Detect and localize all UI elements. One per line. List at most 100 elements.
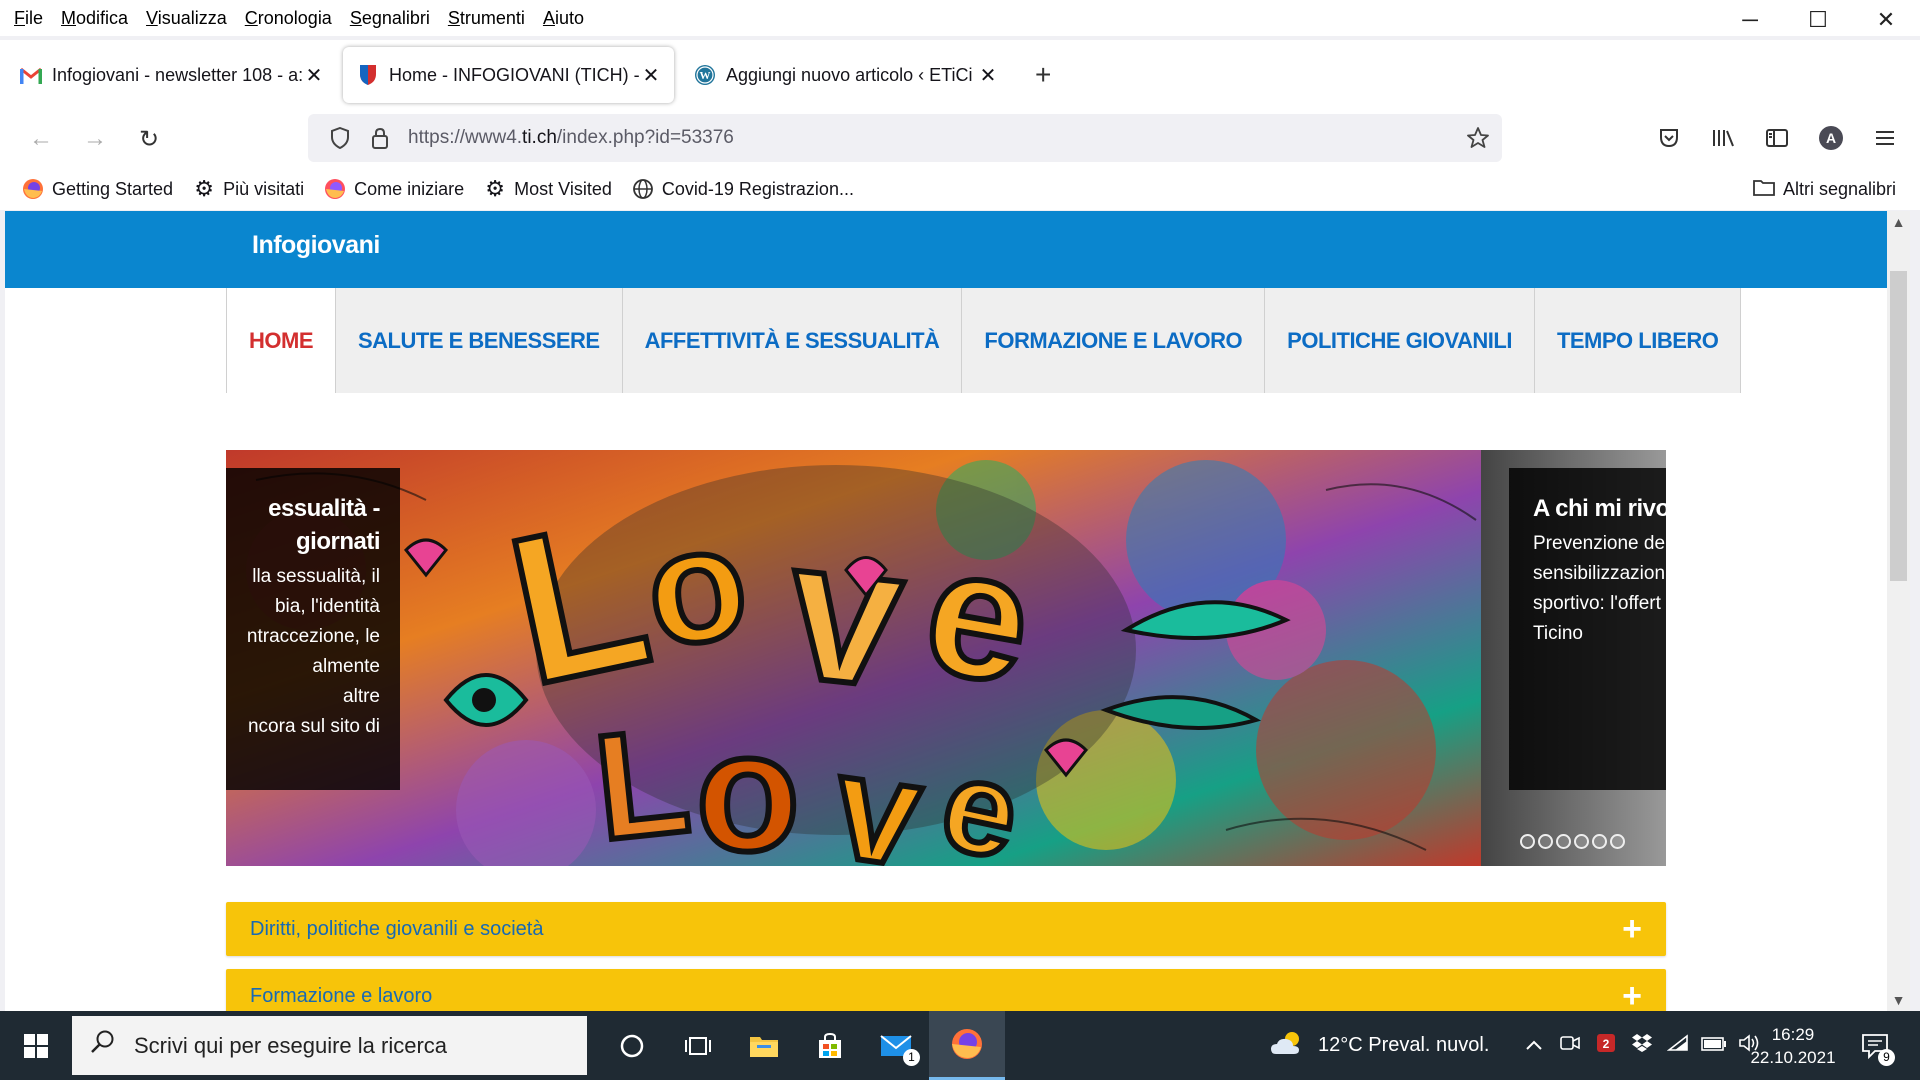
system-tray: 2 [1516,1011,1768,1080]
scroll-down-icon[interactable]: ▼ [1887,989,1910,1011]
plus-icon[interactable]: + [1598,910,1666,949]
slider-dot[interactable] [1520,834,1535,849]
tab-wordpress[interactable]: W Aggiungi nuovo articolo ‹ ETiCi ✕ [680,47,1011,103]
file-explorer-icon[interactable] [731,1011,797,1080]
mail-badge: 1 [903,1049,920,1066]
slide-caption-right[interactable]: A chi mi rivolgo Prevenzione de sensibil… [1509,468,1666,790]
taskbar-weather[interactable]: 12°C Preval. nuvol. [1270,1011,1489,1080]
caption-text-line: sensibilizzazion [1533,563,1666,584]
back-button[interactable]: ← [14,117,68,161]
cloud-sun-icon [1270,1030,1304,1062]
folder-icon [1753,178,1775,201]
bookmark-most-visited[interactable]: ⚙ Most Visited [484,176,612,201]
tab-infogiovani[interactable]: Home - INFOGIOVANI (TICH) - I ✕ [343,47,674,103]
menu-bookmarks[interactable]: Segnalibri [350,8,430,29]
minimize-button[interactable]: ─ [1716,0,1784,40]
page-scrollbar[interactable]: ▲ ▼ [1887,211,1910,1011]
search-placeholder: Scrivi qui per eseguire la ricerca [134,1032,448,1058]
slider-dot[interactable] [1538,834,1553,849]
scroll-thumb[interactable] [1890,271,1907,581]
slide-caption-left[interactable]: essualità - giornati lla sessualità, il … [226,468,400,790]
cortana-icon[interactable] [599,1011,665,1080]
notification-center-icon[interactable]: 9 [1850,1021,1900,1071]
pocket-icon[interactable] [1642,116,1696,160]
bookmark-getting-started[interactable]: Getting Started [22,178,173,200]
caption-text-line: Ticino [1533,623,1583,644]
slider-dot[interactable] [1592,834,1607,849]
task-view-icon[interactable] [665,1011,731,1080]
meet-now-icon[interactable] [1552,1034,1588,1057]
mail-icon[interactable]: 1 [863,1011,929,1080]
nav-affettivita-sessualita[interactable]: AFFETTIVITÀ E SESSUALITÀ [622,288,963,393]
close-tab-icon[interactable]: ✕ [977,63,999,88]
forward-button[interactable]: → [68,117,122,161]
tab-gmail[interactable]: Infogiovani - newsletter 108 - a: ✕ [6,47,337,103]
nav-salute-benessere[interactable]: SALUTE E BENESSERE [336,288,623,393]
bookmark-label: Come iniziare [354,178,465,199]
account-avatar-icon[interactable]: A [1804,116,1858,160]
close-tab-icon[interactable]: ✕ [303,63,325,88]
lock-icon[interactable] [360,127,400,149]
battery-icon[interactable] [1696,1035,1732,1056]
other-bookmarks[interactable]: Altri segnalibri [1753,178,1896,201]
window-controls: ─ ☐ ✕ [1716,0,1920,40]
menu-history[interactable]: Cronologia [245,8,332,29]
nav-politiche-giovanili[interactable]: POLITICHE GIOVANILI [1265,288,1535,393]
bookmark-label: Covid-19 Registrazion... [661,178,854,199]
close-tab-icon[interactable]: ✕ [640,63,662,88]
hamburger-menu-icon[interactable] [1858,116,1912,160]
library-icon[interactable] [1696,116,1750,160]
caption-text-line: almente [312,656,380,677]
taskbar-clock[interactable]: 16:29 22.10.2021 [1738,1023,1848,1069]
accordion-formazione[interactable]: Formazione e lavoro + [226,969,1666,1011]
scroll-up-icon[interactable]: ▲ [1887,211,1910,233]
reload-button[interactable]: ↻ [122,117,176,161]
chevron-up-icon[interactable] [1516,1035,1552,1056]
nav-home[interactable]: HOME [226,288,336,393]
antivirus-icon[interactable]: 2 [1588,1033,1624,1058]
site-header: Infogiovani [5,211,1887,288]
svg-text:W: W [700,70,711,82]
tab-title: Infogiovani - newsletter 108 - a: [52,64,303,85]
svg-text:A: A [1826,130,1836,146]
slider-dot[interactable] [1556,834,1571,849]
notification-badge: 9 [1878,1049,1895,1066]
bookmark-come-iniziare[interactable]: Come iniziare [324,178,464,200]
address-bar[interactable]: https://www4.ti.ch/index.php?id=53376 [308,114,1502,162]
site-title[interactable]: Infogiovani [252,231,380,260]
navigation-toolbar: ← → ↻ https://www4.ti.ch/index.php?id=53… [0,110,1920,168]
plus-icon[interactable]: + [1598,977,1666,1012]
image-slider[interactable]: L o v e L o v e essualità - giornati lla… [226,450,1666,866]
slider-dot[interactable] [1574,834,1589,849]
page-viewport: Infogiovani HOME SALUTE E BENESSERE AFFE… [5,211,1887,1011]
slider-dot[interactable] [1610,834,1625,849]
close-window-button[interactable]: ✕ [1852,0,1920,40]
accordion-diritti[interactable]: Diritti, politiche giovanili e società + [226,902,1666,956]
shield-icon[interactable] [320,127,360,149]
bookmark-covid-registrazione[interactable]: Covid-19 Registrazion... [632,178,854,200]
taskbar-search-box[interactable]: Scrivi qui per eseguire la ricerca [72,1016,587,1075]
bookmark-piu-visitati[interactable]: ⚙ Più visitati [193,176,304,201]
url-path: /index.php?id=53376 [556,127,734,148]
sidebar-icon[interactable] [1750,116,1804,160]
menu-edit[interactable]: Modifica [61,8,128,29]
maximize-button[interactable]: ☐ [1784,0,1852,40]
bookmark-star-icon[interactable] [1454,126,1502,150]
url-domain: ti.ch [522,127,557,148]
menu-tools[interactable]: Strumenti [448,8,525,29]
new-tab-button[interactable]: + [1017,47,1069,103]
menu-view[interactable]: Visualizza [146,8,227,29]
menu-help[interactable]: Aiuto [543,8,584,29]
wifi-icon[interactable] [1660,1034,1696,1057]
firefox-taskbar-icon[interactable] [929,1011,1005,1080]
gmail-icon [20,64,42,86]
nav-tempo-libero[interactable]: TEMPO LIBERO [1534,288,1742,393]
menu-bar: File Modifica Visualizza Cronologia Segn… [0,0,1920,36]
url-text[interactable]: https://www4.ti.ch/index.php?id=53376 [408,127,1454,149]
microsoft-store-icon[interactable] [797,1011,863,1080]
dropbox-icon[interactable] [1624,1033,1660,1058]
graffiti-love-image: L o v e L o v e [226,450,1666,866]
windows-start-icon[interactable] [0,1011,72,1080]
menu-file[interactable]: File [14,8,43,29]
nav-formazione-lavoro[interactable]: FORMAZIONE E LAVORO [962,288,1266,393]
